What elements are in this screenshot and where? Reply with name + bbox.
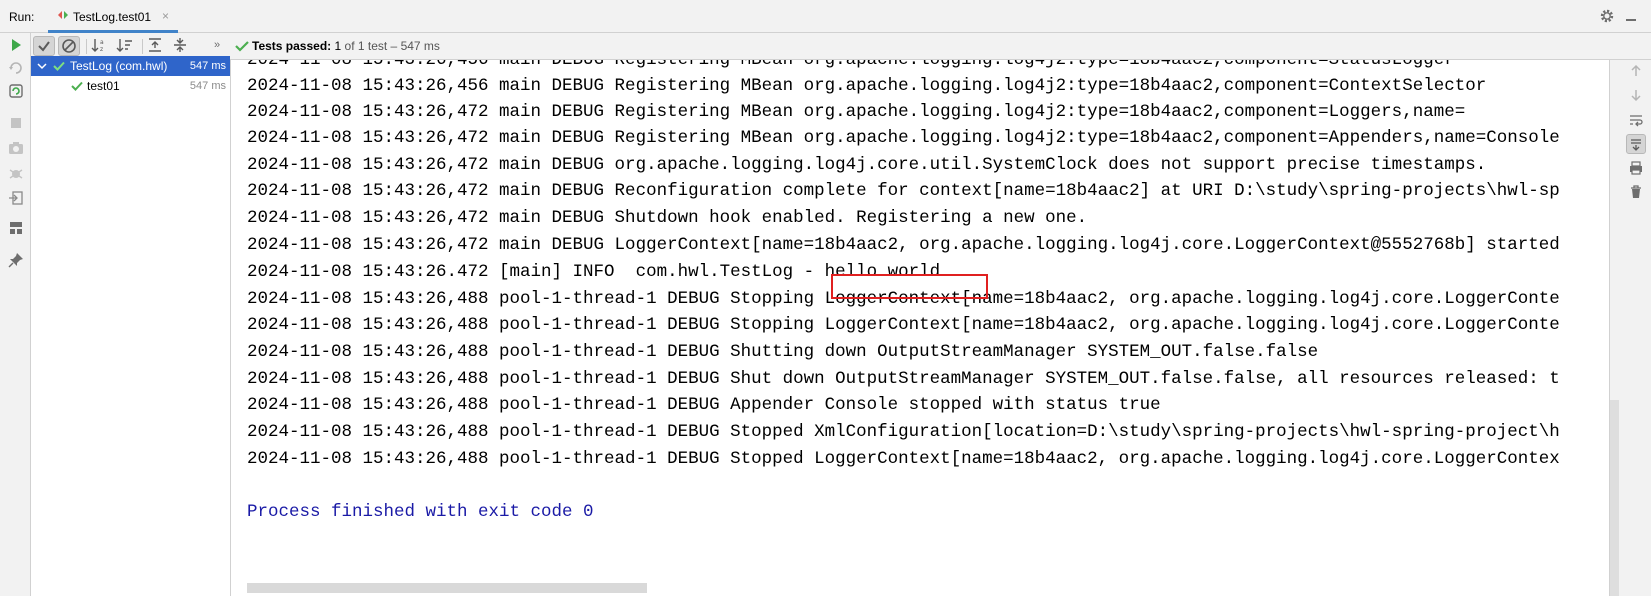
scroll-to-end-button[interactable] bbox=[1626, 134, 1646, 154]
tree-item-label: TestLog (com.hwl) bbox=[70, 59, 168, 73]
process-finished-line: Process finished with exit code 0 bbox=[247, 502, 594, 522]
more-actions-chevron[interactable]: » bbox=[214, 39, 220, 51]
layout-icon[interactable] bbox=[7, 219, 25, 237]
gear-icon[interactable] bbox=[1599, 8, 1615, 24]
log-line: 2024-11-08 15:43:26,456 main DEBUG Regis… bbox=[247, 76, 1487, 96]
log-line: 2024-11-08 15:43:26,488 pool-1-thread-1 … bbox=[247, 449, 1560, 469]
log-line: 2024-11-08 15:43:26,472 main DEBUG Regis… bbox=[247, 128, 1560, 148]
tree-item-test01[interactable]: test01 547 ms bbox=[31, 76, 230, 96]
log-line: 2024-11-08 15:43:26,488 pool-1-thread-1 … bbox=[247, 342, 1319, 362]
stop-icon[interactable] bbox=[7, 114, 25, 132]
tree-item-testlog[interactable]: TestLog (com.hwl) 547 ms bbox=[31, 56, 230, 76]
collapse-all-button[interactable] bbox=[170, 36, 192, 56]
toolbar-separator bbox=[86, 39, 87, 54]
status-count: 1 bbox=[334, 39, 342, 53]
sort-alphabetically-button[interactable]: a z bbox=[90, 36, 112, 56]
camera-icon[interactable] bbox=[7, 139, 25, 157]
console-right-toolbar bbox=[1609, 60, 1651, 596]
log-line: 2024-11-08 15:43:26,472 main DEBUG org.a… bbox=[247, 155, 1487, 175]
run-tool-window-header: Run: TestLog.test01 × bbox=[0, 0, 1651, 33]
test-tree: TestLog (com.hwl) 547 ms test01 547 ms bbox=[31, 56, 231, 596]
console-output[interactable]: 2024-11-08 15:43:26,456 main DEBUG Regis… bbox=[231, 60, 1609, 596]
trash-icon[interactable] bbox=[1628, 184, 1644, 200]
rerun-failed-icon[interactable] bbox=[7, 59, 25, 77]
expand-all-icon bbox=[149, 38, 161, 52]
log-line: 2024-11-08 15:43:26,488 pool-1-thread-1 … bbox=[247, 422, 1560, 442]
scroll-to-end-icon bbox=[1631, 139, 1641, 151]
arrow-down-icon[interactable] bbox=[1628, 87, 1644, 103]
status-suffix: of 1 test – 547 ms bbox=[344, 39, 440, 53]
run-left-toolbar bbox=[0, 33, 31, 596]
svg-text:z: z bbox=[100, 46, 103, 53]
import-tests-icon[interactable] bbox=[7, 189, 25, 207]
close-icon[interactable]: × bbox=[162, 9, 169, 23]
expand-all-button[interactable] bbox=[145, 36, 167, 56]
toggle-auto-test-icon[interactable] bbox=[7, 82, 25, 100]
svg-text:a: a bbox=[100, 39, 104, 46]
sort-alpha-icon: a z bbox=[91, 39, 104, 53]
log-line: 2024-11-08 15:43:26,488 pool-1-thread-1 … bbox=[247, 395, 1161, 415]
passed-check-icon bbox=[53, 61, 65, 71]
tree-item-duration: 547 ms bbox=[189, 80, 226, 92]
collapse-all-icon bbox=[174, 38, 186, 52]
arrow-up-icon[interactable] bbox=[1628, 63, 1644, 79]
tree-item-label: test01 bbox=[87, 79, 120, 93]
print-icon[interactable] bbox=[1628, 160, 1644, 176]
status-prefix: Tests passed: bbox=[252, 39, 332, 53]
passed-check-icon bbox=[71, 81, 83, 91]
log-line: 2024-11-08 15:43:26,472 main DEBUG Logge… bbox=[247, 235, 1560, 255]
log-line: 2024-11-08 15:43:26,488 pool-1-thread-1 … bbox=[247, 369, 1560, 389]
minimize-icon[interactable] bbox=[1624, 9, 1638, 23]
log-line: 2024-11-08 15:43:26,472 main DEBUG Shutd… bbox=[247, 208, 1088, 228]
sort-duration-icon bbox=[116, 39, 132, 52]
log-line: 2024-11-08 15:43:26,472 main DEBUG Regis… bbox=[247, 102, 1466, 122]
tree-item-duration: 547 ms bbox=[189, 60, 226, 72]
check-icon bbox=[38, 41, 50, 52]
vertical-scrollbar[interactable] bbox=[1610, 400, 1619, 596]
horizontal-scrollbar[interactable] bbox=[247, 583, 647, 593]
show-ignored-button[interactable] bbox=[58, 36, 80, 56]
debug-settings-icon[interactable] bbox=[7, 164, 25, 182]
test-status-summary: Tests passed: 1 of 1 test – 547 ms bbox=[252, 39, 440, 53]
rerun-icon[interactable] bbox=[7, 36, 25, 54]
run-label: Run: bbox=[9, 10, 35, 24]
tab-title: TestLog.test01 bbox=[73, 10, 152, 24]
test-toolbar: a z » Tests passed: 1 of 1 test – 547 ms bbox=[31, 33, 1651, 60]
chevron-down-icon[interactable] bbox=[37, 61, 47, 71]
tab-testlog-test01[interactable]: TestLog.test01 × bbox=[48, 0, 178, 33]
highlight-annotation-box bbox=[831, 274, 988, 299]
tests-passed-check-icon bbox=[235, 41, 249, 52]
log-line: 2024-11-08 15:43:26,488 pool-1-thread-1 … bbox=[247, 315, 1560, 335]
soft-wrap-icon[interactable] bbox=[1628, 112, 1644, 128]
pin-icon[interactable] bbox=[7, 251, 25, 269]
toolbar-separator bbox=[142, 39, 143, 54]
junit-config-icon bbox=[58, 11, 68, 19]
sort-by-duration-button[interactable] bbox=[115, 36, 137, 56]
show-passed-button[interactable] bbox=[33, 36, 55, 56]
ignored-icon bbox=[62, 39, 76, 53]
log-line: 2024-11-08 15:43:26,472 main DEBUG Recon… bbox=[247, 181, 1560, 201]
